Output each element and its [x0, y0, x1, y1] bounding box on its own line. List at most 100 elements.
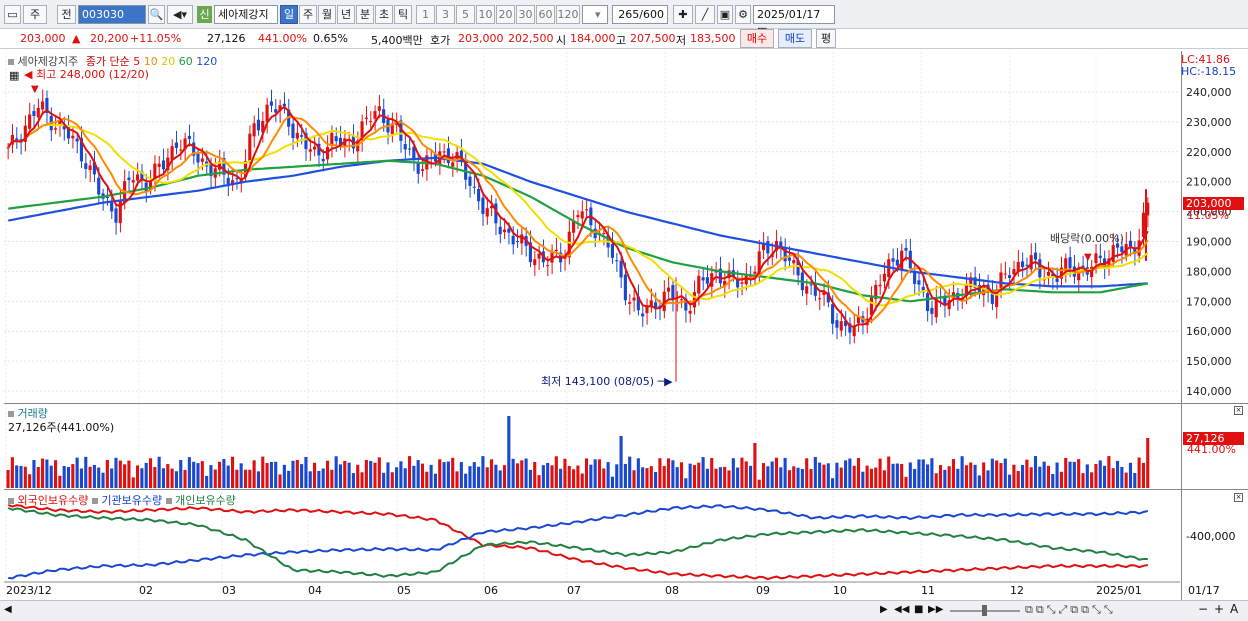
- volume-bar: [891, 463, 895, 488]
- volume-bar: [183, 469, 187, 488]
- volume-bar: [913, 468, 917, 488]
- volume-bar: [451, 457, 455, 488]
- volume-bar: [628, 456, 632, 488]
- candle-body: [53, 128, 58, 130]
- volume-bar: [481, 456, 485, 488]
- volume-bar: [610, 476, 614, 488]
- volume-bar: [805, 458, 809, 488]
- foreign-holding-line: [7, 504, 1148, 581]
- volume-bar: [41, 458, 45, 488]
- calendar-icon[interactable]: ▦: [9, 69, 19, 82]
- volume-bar: [58, 475, 62, 488]
- candle-body: [546, 265, 550, 267]
- candle-body: [420, 169, 425, 171]
- volume-bar: [606, 462, 610, 488]
- legend-foreign[interactable]: 외국인보유수량: [18, 494, 89, 507]
- ma-20-label[interactable]: 20: [161, 55, 175, 68]
- volume-value: 27,126주(441.00%): [8, 421, 115, 434]
- close-icon[interactable]: ×: [1234, 406, 1243, 415]
- candle-body: [1008, 275, 1012, 278]
- zoom-out-icon[interactable]: −: [1198, 602, 1208, 616]
- candle-body: [28, 114, 32, 129]
- volume-bar: [192, 461, 196, 488]
- volume-bar: [485, 467, 489, 488]
- high-note: ◀ 최고 248,000 (12/20): [24, 68, 149, 81]
- forward-icon[interactable]: ▶▶: [928, 604, 943, 615]
- candle-body: [468, 176, 472, 186]
- ma-60-label[interactable]: 60: [179, 55, 193, 68]
- candle-body: [416, 162, 420, 174]
- rewind-icon[interactable]: ◀◀: [894, 604, 909, 615]
- volume-bar: [360, 472, 364, 488]
- volume-bar: [1103, 465, 1107, 488]
- volume-bar: [563, 458, 567, 488]
- volume-bar: [649, 466, 653, 488]
- zoom-in-icon[interactable]: +: [1214, 602, 1224, 616]
- ma-120-label[interactable]: 120: [196, 55, 217, 68]
- holding-legend: 외국인보유수량 기관보유수량 개인보유수량: [8, 492, 236, 508]
- candle-body: [256, 119, 261, 131]
- volume-bar: [766, 466, 770, 488]
- x-tick-label: 03: [222, 584, 236, 597]
- volume-bar: [338, 464, 343, 488]
- volume-bar: [1038, 466, 1042, 488]
- volume-bar: [882, 470, 886, 488]
- volume-bar: [1025, 459, 1029, 488]
- zoom-slider-handle[interactable]: [982, 605, 987, 616]
- volume-bar: [1120, 466, 1124, 488]
- stop-icon[interactable]: ■: [914, 604, 923, 615]
- volume-bar: [472, 462, 476, 488]
- candle-body: [325, 147, 330, 160]
- volume-bar: [373, 462, 377, 488]
- candle-body: [118, 200, 122, 224]
- candle-body: [1098, 255, 1102, 258]
- candle-body: [84, 163, 88, 169]
- volume-bar: [576, 465, 580, 488]
- candle-body: [554, 249, 558, 252]
- x-tick-label: 09: [756, 584, 770, 597]
- volume-bar: [226, 465, 230, 488]
- candle-body: [131, 180, 135, 183]
- volume-bar: [53, 460, 58, 488]
- legend-individual[interactable]: 개인보유수량: [175, 494, 236, 507]
- volume-bar: [429, 464, 433, 488]
- volume-bar: [291, 460, 295, 488]
- volume-bar: [589, 464, 593, 488]
- candle-body: [1068, 257, 1072, 269]
- candle-body: [157, 163, 161, 167]
- volume-bar: [701, 457, 705, 488]
- view-tools[interactable]: ⧉⧉⤡⤢⧉⧉⤡⤡: [1025, 603, 1116, 617]
- volume-bar: [744, 461, 748, 488]
- close-icon[interactable]: ×: [1234, 493, 1243, 502]
- volume-bar: [856, 457, 861, 488]
- legend-institution[interactable]: 기관보유수량: [101, 494, 162, 507]
- volume-bar: [84, 456, 88, 488]
- volume-bar: [1003, 458, 1007, 488]
- candle-body: [32, 111, 36, 116]
- volume-bar: [127, 460, 131, 488]
- candle-body: [88, 165, 92, 170]
- volume-bar: [75, 457, 79, 488]
- candle-body: [1094, 253, 1098, 264]
- volume-bar: [79, 468, 84, 488]
- volume-bar: [88, 466, 92, 488]
- volume-bar: [464, 473, 468, 488]
- volume-bar: [148, 458, 153, 488]
- volume-bar: [330, 469, 334, 488]
- volume-bar: [507, 416, 511, 488]
- candle-body: [1020, 261, 1025, 268]
- auto-icon[interactable]: A: [1230, 602, 1238, 616]
- candle-body: [1120, 246, 1124, 253]
- price-chart: 240,000230,000220,000210,000200,000190,0…: [4, 52, 1232, 583]
- candle-body: [671, 285, 675, 300]
- volume-bar: [136, 465, 140, 488]
- x-tick-label: 2025/01: [1096, 584, 1142, 597]
- scroll-right-icon[interactable]: ▶: [880, 604, 888, 615]
- candle-body: [1025, 264, 1029, 266]
- volume-bar: [243, 469, 248, 488]
- candle-body: [584, 209, 589, 211]
- volume-bar: [977, 475, 981, 488]
- volume-bar: [140, 468, 144, 488]
- scroll-left-icon[interactable]: ◀: [4, 604, 12, 615]
- volume-bar: [861, 471, 865, 488]
